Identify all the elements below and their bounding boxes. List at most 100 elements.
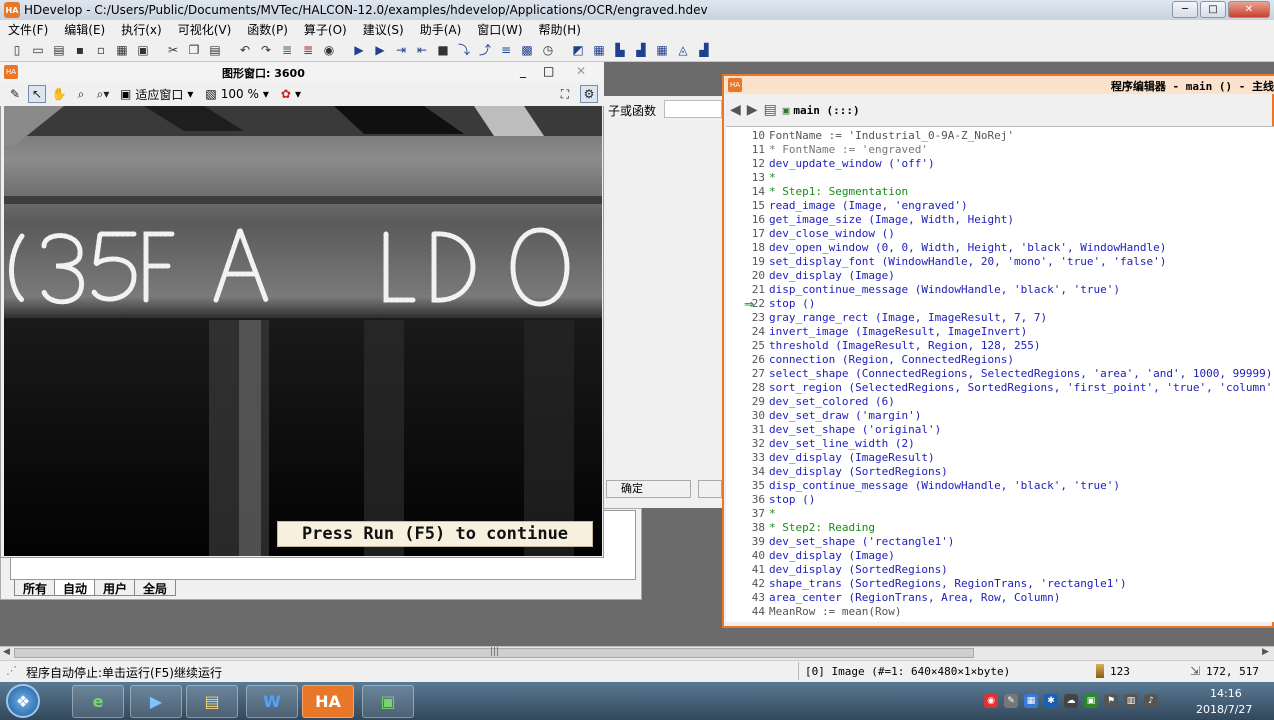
undo-icon[interactable]: ↶: [236, 41, 254, 59]
code-line[interactable]: 38 * Step2: Reading: [726, 521, 1274, 535]
code-line[interactable]: 17 dev_close_window (): [726, 227, 1274, 241]
flag-icon[interactable]: ⚑: [1104, 694, 1118, 708]
close-button[interactable]: ✕: [1228, 1, 1270, 18]
gray-histogram-icon[interactable]: ▙: [611, 41, 629, 59]
pen-icon[interactable]: ✎: [1004, 694, 1018, 708]
taskbar-app[interactable]: ▣: [362, 685, 414, 718]
graphics-window-icon[interactable]: ◩: [569, 41, 587, 59]
code-line[interactable]: 32 dev_set_line_width (2): [726, 437, 1274, 451]
antivirus-icon[interactable]: ◉: [984, 694, 998, 708]
code-line[interactable]: 35 disp_continue_message (WindowHandle, '…: [726, 479, 1274, 493]
apply-button[interactable]: [698, 480, 722, 498]
open-file-icon[interactable]: ▭: [29, 41, 47, 59]
code-line[interactable]: 21 disp_continue_message (WindowHandle, '…: [726, 283, 1274, 297]
taskbar-media-player[interactable]: ▶: [130, 685, 182, 718]
graphics-window-titlebar[interactable]: HA 图形窗口: 3600: [0, 62, 604, 82]
tab-auto[interactable]: 自动: [54, 580, 97, 596]
menu-procedures[interactable]: 函数(P): [239, 21, 296, 38]
code-line[interactable]: 31 dev_set_shape ('original'): [726, 423, 1274, 437]
edit-procedure-icon[interactable]: ▤: [764, 102, 777, 118]
volume-icon[interactable]: ♪: [1144, 694, 1158, 708]
tab-all[interactable]: 所有: [14, 580, 57, 596]
code-line[interactable]: 10 FontName := 'Industrial_0-9A-Z_NoRej': [726, 129, 1274, 143]
run-to-icon[interactable]: ▶: [371, 41, 389, 59]
paste-icon[interactable]: ▤: [206, 41, 224, 59]
code-line[interactable]: 23 gray_range_rect (Image, ImageResult, 7…: [726, 311, 1274, 325]
code-line[interactable]: 37 *: [726, 507, 1274, 521]
menu-help[interactable]: 帮助(H): [531, 21, 589, 38]
minimize-button[interactable]: ─: [1172, 1, 1198, 18]
code-editor[interactable]: 10 FontName := 'Industrial_0-9A-Z_NoRej' 1…: [726, 126, 1274, 622]
nvidia-icon[interactable]: ▣: [1084, 694, 1098, 708]
graphics-close-button[interactable]: ✕: [576, 64, 586, 78]
code-line[interactable]: 30 dev_set_draw ('margin'): [726, 409, 1274, 423]
menu-assistants[interactable]: 助手(A): [412, 21, 470, 38]
profiler-icon[interactable]: ◷: [539, 41, 557, 59]
clock-date[interactable]: 2018/7/27: [1196, 703, 1252, 716]
save-icon[interactable]: ▪: [71, 41, 89, 59]
code-line[interactable]: 18 dev_open_window (0, 0, Width, Height, …: [726, 241, 1274, 255]
activate-icon[interactable]: ≣: [278, 41, 296, 59]
tab-global[interactable]: 全局: [134, 580, 177, 596]
tab-user[interactable]: 用户: [94, 580, 137, 596]
fit-window-dropdown[interactable]: ▣ 适应窗口 ▾: [116, 86, 197, 103]
code-line[interactable]: 16 get_image_size (Image, Width, Height): [726, 213, 1274, 227]
menu-operators[interactable]: 算子(O): [296, 21, 355, 38]
properties-icon[interactable]: ▣: [134, 41, 152, 59]
save-as-icon[interactable]: ▫: [92, 41, 110, 59]
maximize-button[interactable]: □: [1200, 1, 1226, 18]
menu-suggestions[interactable]: 建议(S): [355, 21, 412, 38]
code-line[interactable]: 27 select_shape (ConnectedRegions, Select…: [726, 367, 1274, 381]
ocr-icon[interactable]: ▟: [695, 41, 713, 59]
cut-icon[interactable]: ✂: [164, 41, 182, 59]
ok-button[interactable]: 确定: [606, 480, 691, 498]
step-into-icon[interactable]: ⤵: [455, 41, 473, 59]
feature-inspection-icon[interactable]: ▦: [653, 41, 671, 59]
code-line[interactable]: 20 dev_display (Image): [726, 269, 1274, 283]
zoom-icon[interactable]: ⌕: [72, 85, 90, 103]
graphics-canvas[interactable]: [4, 106, 602, 556]
network-icon[interactable]: ▥: [1124, 694, 1138, 708]
code-line[interactable]: 25 threshold (ImageResult, Region, 128, 2…: [726, 339, 1274, 353]
reset-program-icon[interactable]: ≡: [497, 41, 515, 59]
code-line[interactable]: 33 dev_display (ImageResult): [726, 451, 1274, 465]
pixel-info-icon[interactable]: ⛶: [556, 85, 574, 103]
color-dropdown[interactable]: ✿ ▾: [277, 87, 305, 101]
run-icon[interactable]: ▶: [350, 41, 368, 59]
taskbar-explorer[interactable]: ▤: [186, 685, 238, 718]
deactivate-icon[interactable]: ≣: [299, 41, 317, 59]
print-icon[interactable]: ▦: [113, 41, 131, 59]
step-over-icon[interactable]: ⇥: [392, 41, 410, 59]
settings-gear-icon[interactable]: ⚙: [580, 85, 598, 103]
line-profile-icon[interactable]: ◬: [674, 41, 692, 59]
code-line[interactable]: 11 * FontName := 'engraved': [726, 143, 1274, 157]
graphics-maximize-button[interactable]: □: [543, 64, 554, 78]
open-recent-icon[interactable]: ▤: [50, 41, 68, 59]
code-line[interactable]: 12 dev_update_window ('off'): [726, 157, 1274, 171]
code-line[interactable]: 39 dev_set_shape ('rectangle1'): [726, 535, 1274, 549]
code-line[interactable]: 44 MeanRow := mean(Row): [726, 605, 1274, 619]
code-line[interactable]: 24 invert_image (ImageResult, ImageInvert…: [726, 325, 1274, 339]
code-line[interactable]: 26 connection (Region, ConnectedRegions): [726, 353, 1274, 367]
code-line[interactable]: 29 dev_set_colored (6): [726, 395, 1274, 409]
taskbar-hdevelop[interactable]: HA: [302, 685, 354, 718]
forward-arrow-icon[interactable]: ▶: [747, 102, 758, 118]
clock-time[interactable]: 14:16: [1210, 687, 1242, 700]
code-line[interactable]: 40 dev_display (Image): [726, 549, 1274, 563]
edit-icon[interactable]: ✎: [6, 85, 24, 103]
new-file-icon[interactable]: ▯: [8, 41, 26, 59]
copy-icon[interactable]: ❐: [185, 41, 203, 59]
menu-window[interactable]: 窗口(W): [469, 21, 530, 38]
code-line[interactable]: 28 sort_region (SelectedRegions, SortedRe…: [726, 381, 1274, 395]
code-line[interactable]: 34 dev_display (SortedRegions): [726, 465, 1274, 479]
scroll-right-icon[interactable]: ▶: [1262, 647, 1269, 657]
step-out-icon[interactable]: ⤴: [476, 41, 494, 59]
reset-all-icon[interactable]: ▩: [518, 41, 536, 59]
menu-execute[interactable]: 执行(x): [113, 21, 169, 38]
zoom-window-icon[interactable]: ▦: [590, 41, 608, 59]
procedure-selector[interactable]: ▣ main (:::): [783, 104, 860, 117]
menu-file[interactable]: 文件(F): [0, 21, 56, 38]
operator-input[interactable]: [664, 100, 722, 118]
code-line[interactable]: 22 stop (): [726, 297, 1274, 311]
pointer-icon[interactable]: ↖: [28, 85, 46, 103]
